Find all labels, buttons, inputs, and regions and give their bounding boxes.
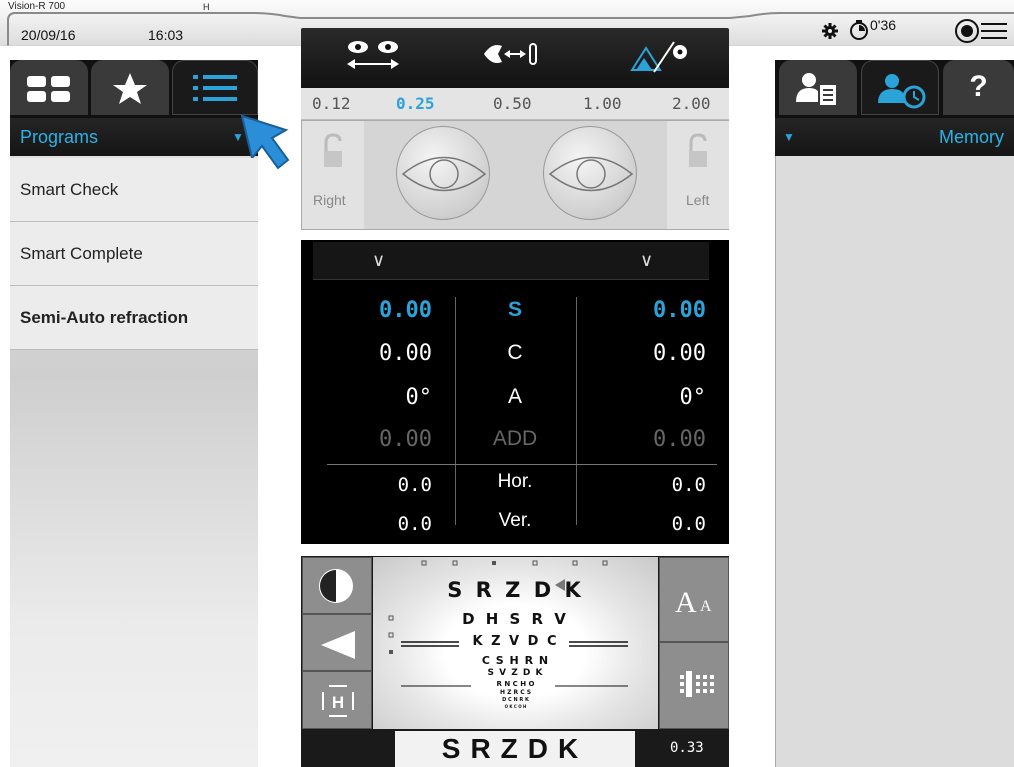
chart-line-6: R N C H O: [496, 680, 535, 688]
program-item-smart-complete[interactable]: Smart Complete: [10, 222, 258, 286]
tab-grid[interactable]: [10, 60, 88, 115]
binocular-eyes-icon[interactable]: [345, 36, 415, 76]
right-eye-button[interactable]: [396, 126, 490, 220]
prism-ver-right-value[interactable]: 0.0: [330, 513, 432, 535]
add-left-value[interactable]: 0.00: [600, 427, 706, 452]
column-divider: [455, 297, 456, 525]
caret-down-icon: ▼: [783, 130, 795, 144]
acuity-option[interactable]: 0.12: [312, 94, 351, 113]
program-item-smart-check[interactable]: Smart Check: [10, 158, 258, 222]
contrast-button[interactable]: [302, 557, 372, 614]
cylinder-label: C: [507, 341, 523, 364]
patient-history-icon: [878, 74, 926, 109]
current-chart-line: SRZDK: [395, 731, 635, 767]
program-item-semi-auto-refraction[interactable]: Semi-Auto refraction: [10, 286, 258, 350]
column-divider: [576, 297, 577, 525]
tab-patient-history[interactable]: [861, 60, 939, 115]
eye-icon: [401, 156, 487, 192]
prism-hor-label: Hor.: [497, 471, 533, 492]
chart-line-5: S V Z D K: [487, 668, 544, 678]
font-size-button[interactable]: AA: [659, 557, 729, 642]
sphere-label: S: [507, 298, 522, 321]
axis-right-value[interactable]: 0°: [330, 385, 433, 410]
acuity-option-selected[interactable]: 0.25: [396, 94, 435, 113]
dot-matrix-icon: [680, 671, 714, 697]
chart-line-9: O K C O H: [504, 704, 527, 709]
prism-hor-right-value[interactable]: 0.0: [330, 474, 432, 496]
exam-timer: 0'36: [870, 17, 897, 33]
cylinder-left-value[interactable]: 0.00: [600, 341, 706, 366]
chart-line-1: S R Z D K: [447, 578, 584, 602]
tab-patient-record[interactable]: [779, 60, 857, 115]
tab-favorites[interactable]: [91, 60, 169, 115]
acuity-option[interactable]: 0.50: [493, 94, 532, 113]
eye-selector: [301, 120, 729, 230]
isolate-letter-icon: H: [322, 685, 354, 717]
memory-label: Memory: [938, 127, 1004, 147]
programs-dropdown[interactable]: Programs ▼: [10, 118, 258, 156]
left-eye-button[interactable]: [543, 126, 637, 220]
lock-open-icon: [689, 133, 707, 167]
font-small-icon: A: [700, 598, 712, 615]
right-label: Right: [313, 192, 346, 208]
axis-label: A: [507, 385, 522, 408]
near-vision-icon[interactable]: [480, 40, 550, 74]
programs-label: Programs: [20, 127, 99, 147]
left-chevron-down-icon[interactable]: ∨: [640, 250, 653, 271]
landscape-flower-icon[interactable]: [630, 38, 700, 74]
device-flag: H: [203, 2, 210, 12]
prism-ver-left-value[interactable]: 0.0: [600, 513, 706, 535]
add-label: ADD: [492, 427, 538, 450]
acuity-option[interactable]: 2.00: [672, 94, 711, 113]
triangle-left-icon: [321, 631, 355, 659]
chart-line-8: D C N R K: [502, 697, 529, 703]
axis-left-value[interactable]: 0°: [600, 385, 707, 410]
prism-hor-left-value[interactable]: 0.0: [600, 474, 706, 496]
eye-icon: [548, 156, 634, 192]
cylinder-right-value[interactable]: 0.00: [330, 341, 432, 366]
row-divider: [327, 464, 717, 465]
lock-open-icon: [324, 133, 342, 167]
left-eye-lock[interactable]: [667, 121, 729, 229]
gear-icon[interactable]: [822, 23, 838, 39]
patient-record-icon: [796, 73, 838, 107]
prism-ver-label: Ver.: [498, 510, 532, 531]
contrast-icon: [319, 569, 353, 603]
svg-text:H: H: [332, 693, 344, 712]
chart-layout-button[interactable]: [659, 642, 729, 729]
stopwatch-icon: [850, 20, 868, 40]
right-eye-lock[interactable]: [302, 121, 364, 229]
prev-button[interactable]: [302, 614, 372, 671]
right-chevron-down-icon[interactable]: ∨: [372, 250, 385, 271]
sphere-left-value[interactable]: 0.00: [600, 298, 706, 323]
chart-line-7: H Z R C S: [499, 689, 532, 696]
help-icon: ?: [969, 70, 988, 103]
tab-help[interactable]: ?: [943, 60, 1014, 115]
device-model: Vision-R 700: [8, 1, 66, 12]
list-icon: [193, 75, 237, 101]
acuity-option[interactable]: 1.00: [583, 94, 622, 113]
date: 20/09/16: [21, 27, 76, 43]
font-large-icon: A: [675, 586, 697, 619]
memory-dropdown[interactable]: ▼ Memory: [775, 118, 1014, 156]
star-icon: [113, 73, 147, 104]
chart-acuity-value: 0.33: [670, 740, 704, 756]
letter-isolation-button[interactable]: H: [302, 671, 372, 729]
tab-list[interactable]: [172, 60, 258, 115]
time: 16:03: [148, 27, 184, 43]
left-label: Left: [686, 192, 710, 208]
chart-line-3: K Z V D C: [472, 634, 559, 649]
right-panel: [775, 60, 1014, 767]
sphere-right-value[interactable]: 0.00: [330, 298, 432, 323]
chart-line-2: D H S R V: [462, 610, 569, 628]
add-right-value[interactable]: 0.00: [330, 427, 432, 452]
chart-line-4: C S H R N: [481, 654, 550, 667]
menu-icon[interactable]: [955, 18, 1011, 44]
